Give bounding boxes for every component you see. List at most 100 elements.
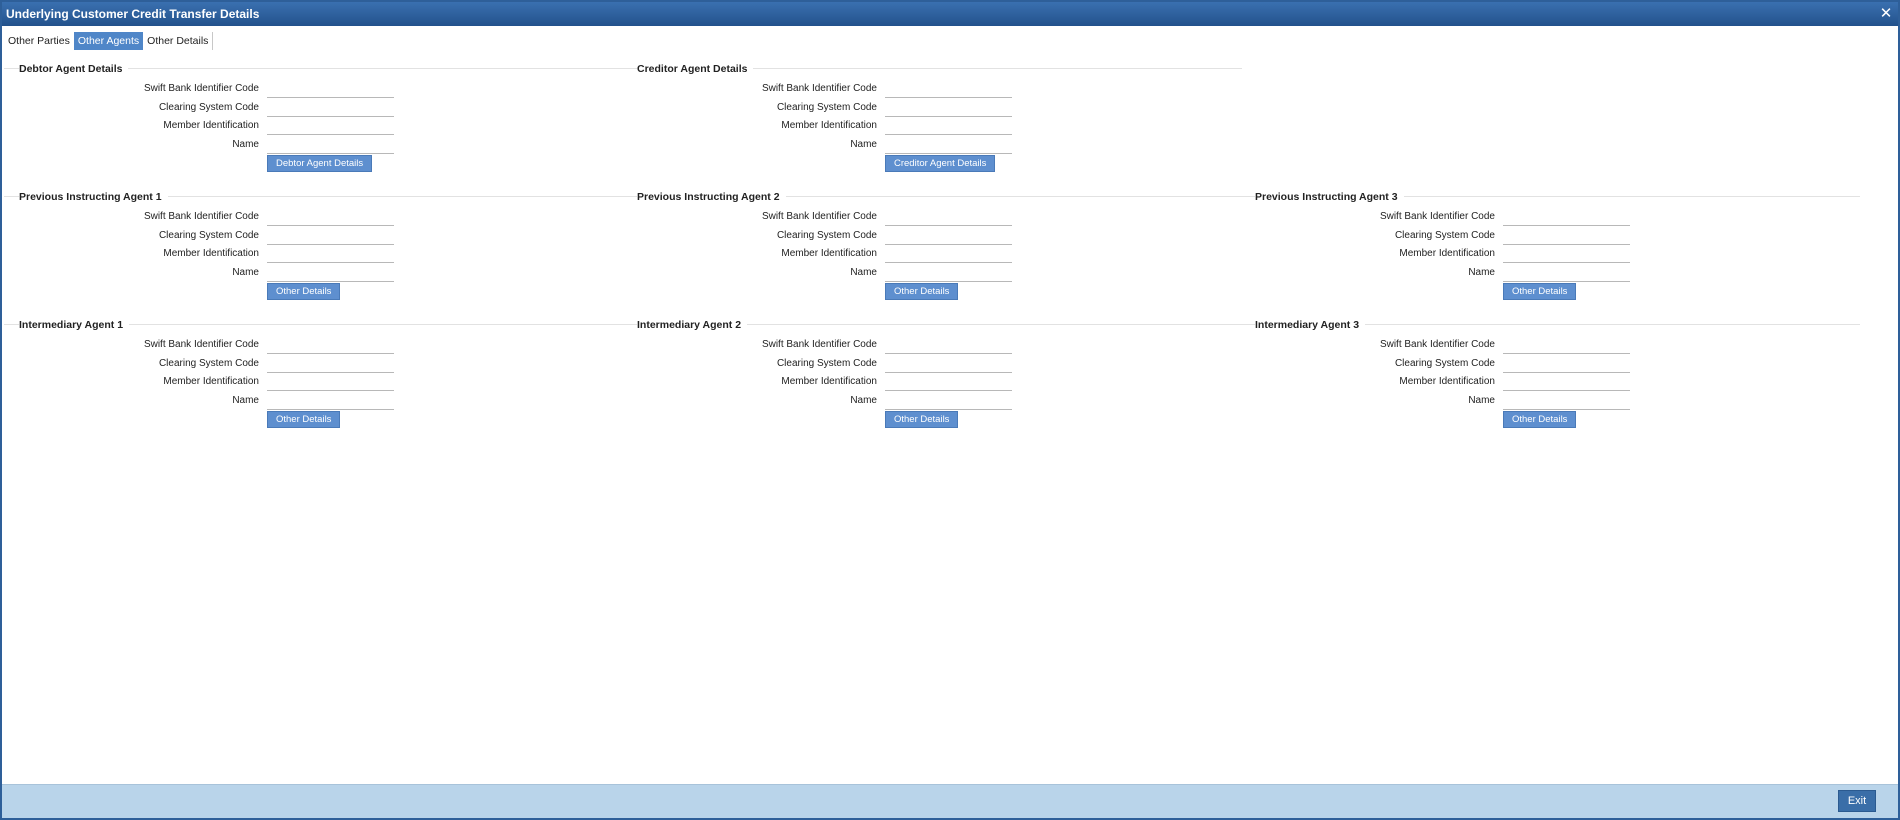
name-field[interactable] <box>885 265 1012 282</box>
name-field[interactable] <box>267 393 394 410</box>
swift-bic-field[interactable] <box>885 337 1012 354</box>
member-identification-field[interactable] <box>267 118 394 135</box>
field-row: Member Identification <box>622 374 1022 391</box>
field-row: Name <box>1240 265 1640 282</box>
section-creditor-agent: Creditor Agent Details Swift Bank Identif… <box>622 63 1242 191</box>
details-button[interactable]: Debtor Agent Details <box>267 155 373 172</box>
field-label: Swift Bank Identifier Code <box>1379 211 1495 222</box>
field-row: Member Identification <box>622 118 1022 135</box>
field-row: Name <box>4 393 404 410</box>
field-row: Member Identification <box>4 246 404 263</box>
clearing-system-code-field[interactable] <box>885 100 1012 117</box>
field-label: Member Identification <box>781 120 877 131</box>
field-label: Member Identification <box>163 120 259 131</box>
section-previous-instructing-agent-1: Previous Instructing Agent 1 Swift Bank I… <box>4 191 624 319</box>
field-label: Swift Bank Identifier Code <box>1379 339 1495 350</box>
clearing-system-code-field[interactable] <box>267 100 394 117</box>
swift-bic-field[interactable] <box>1503 209 1630 226</box>
field-label: Name <box>850 267 877 278</box>
section-title: Intermediary Agent 1 <box>19 319 130 331</box>
section-title: Previous Instructing Agent 1 <box>19 191 168 203</box>
field-label: Clearing System Code <box>158 230 259 241</box>
member-identification-field[interactable] <box>1503 374 1630 391</box>
field-label: Name <box>850 139 877 150</box>
field-label: Member Identification <box>781 376 877 387</box>
member-identification-field[interactable] <box>885 118 1012 135</box>
field-label: Swift Bank Identifier Code <box>761 83 877 94</box>
field-row: Clearing System Code <box>622 228 1022 245</box>
field-row: Member Identification <box>1240 374 1640 391</box>
member-identification-field[interactable] <box>885 374 1012 391</box>
tab-other-details[interactable]: Other Details <box>143 32 212 50</box>
footer-bar: Exit <box>2 784 1898 818</box>
clearing-system-code-field[interactable] <box>885 356 1012 373</box>
field-label: Name <box>232 395 259 406</box>
clearing-system-code-field[interactable] <box>885 228 1012 245</box>
field-label: Member Identification <box>163 248 259 259</box>
field-label: Member Identification <box>1399 376 1495 387</box>
field-label: Member Identification <box>163 376 259 387</box>
details-button[interactable]: Other Details <box>267 411 341 428</box>
close-icon[interactable]: ✕ <box>1876 4 1896 24</box>
name-field[interactable] <box>885 137 1012 154</box>
field-label: Clearing System Code <box>776 102 877 113</box>
window-title: Underlying Customer Credit Transfer Deta… <box>6 7 260 21</box>
member-identification-field[interactable] <box>267 246 394 263</box>
member-identification-field[interactable] <box>885 246 1012 263</box>
field-row: Clearing System Code <box>622 100 1022 117</box>
member-identification-field[interactable] <box>267 374 394 391</box>
section-title: Intermediary Agent 2 <box>637 319 748 331</box>
dialog-window: Underlying Customer Credit Transfer Deta… <box>0 0 1900 820</box>
field-row: Clearing System Code <box>4 356 404 373</box>
details-button[interactable]: Other Details <box>885 283 959 300</box>
field-label: Swift Bank Identifier Code <box>761 211 877 222</box>
exit-button[interactable]: Exit <box>1838 790 1876 812</box>
tab-bar: Other Parties Other Agents Other Details <box>4 32 214 50</box>
field-row: Swift Bank Identifier Code <box>1240 337 1640 354</box>
field-row: Name <box>622 137 1022 154</box>
field-row: Swift Bank Identifier Code <box>622 209 1022 226</box>
field-row: Clearing System Code <box>1240 228 1640 245</box>
swift-bic-field[interactable] <box>267 209 394 226</box>
swift-bic-field[interactable] <box>1503 337 1630 354</box>
section-intermediary-agent-2: Intermediary Agent 2 Swift Bank Identifie… <box>622 319 1242 447</box>
details-button[interactable]: Creditor Agent Details <box>885 155 996 172</box>
section-previous-instructing-agent-3: Previous Instructing Agent 3 Swift Bank I… <box>1240 191 1860 319</box>
swift-bic-field[interactable] <box>885 209 1012 226</box>
field-label: Member Identification <box>1399 248 1495 259</box>
details-button[interactable]: Other Details <box>885 411 959 428</box>
field-label: Name <box>232 267 259 278</box>
name-field[interactable] <box>885 393 1012 410</box>
tab-other-parties[interactable]: Other Parties <box>4 32 74 50</box>
field-row: Swift Bank Identifier Code <box>622 337 1022 354</box>
field-row: Clearing System Code <box>4 228 404 245</box>
field-row: Name <box>1240 393 1640 410</box>
clearing-system-code-field[interactable] <box>1503 228 1630 245</box>
swift-bic-field[interactable] <box>267 337 394 354</box>
clearing-system-code-field[interactable] <box>267 356 394 373</box>
tab-other-agents[interactable]: Other Agents <box>73 32 144 50</box>
field-row: Member Identification <box>1240 246 1640 263</box>
clearing-system-code-field[interactable] <box>267 228 394 245</box>
name-field[interactable] <box>1503 393 1630 410</box>
section-intermediary-agent-3: Intermediary Agent 3 Swift Bank Identifie… <box>1240 319 1860 447</box>
field-row: Swift Bank Identifier Code <box>1240 209 1640 226</box>
details-button[interactable]: Other Details <box>1503 283 1577 300</box>
field-row: Clearing System Code <box>4 100 404 117</box>
section-debtor-agent: Debtor Agent Details Swift Bank Identifie… <box>4 63 624 191</box>
field-row: Name <box>4 265 404 282</box>
details-button[interactable]: Other Details <box>1503 411 1577 428</box>
field-label: Name <box>1468 267 1495 278</box>
field-row: Clearing System Code <box>622 356 1022 373</box>
name-field[interactable] <box>267 137 394 154</box>
name-field[interactable] <box>267 265 394 282</box>
field-row: Member Identification <box>4 118 404 135</box>
swift-bic-field[interactable] <box>267 81 394 98</box>
name-field[interactable] <box>1503 265 1630 282</box>
details-button[interactable]: Other Details <box>267 283 341 300</box>
swift-bic-field[interactable] <box>885 81 1012 98</box>
field-label: Name <box>1468 395 1495 406</box>
member-identification-field[interactable] <box>1503 246 1630 263</box>
field-label: Clearing System Code <box>1394 358 1495 369</box>
clearing-system-code-field[interactable] <box>1503 356 1630 373</box>
